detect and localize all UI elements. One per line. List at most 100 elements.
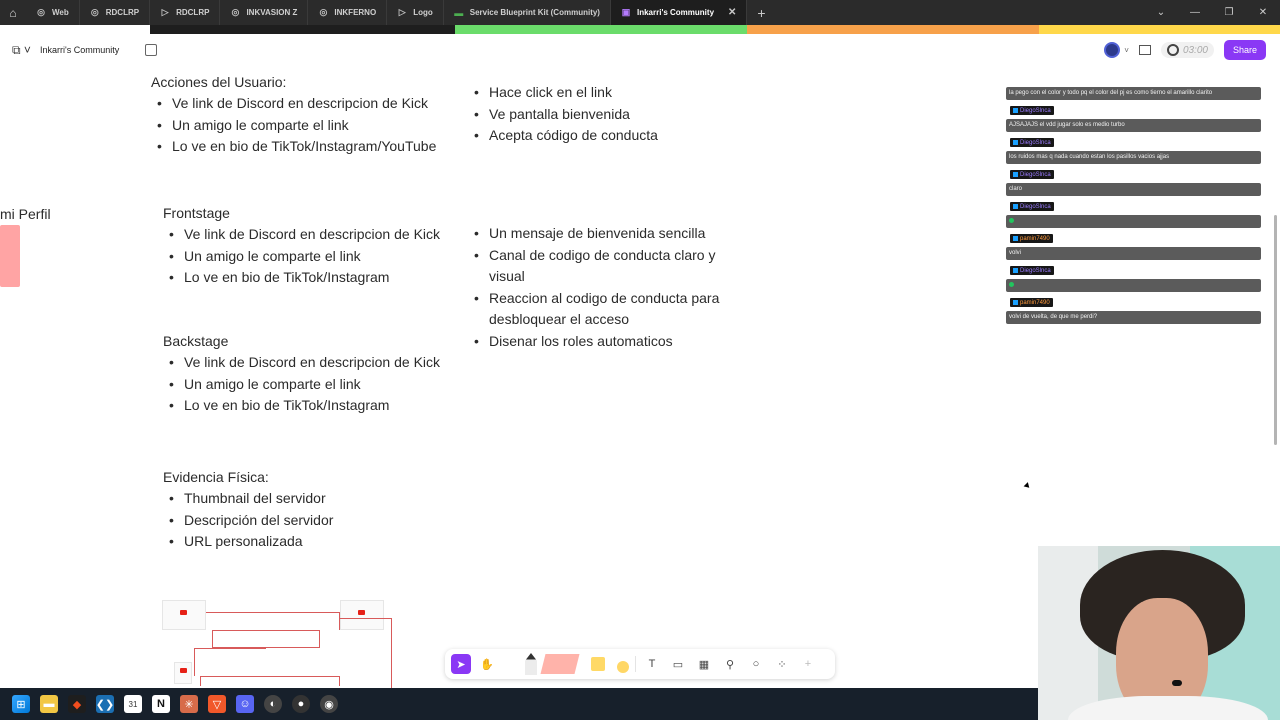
- acciones-heading: Acciones del Usuario:: [151, 74, 287, 90]
- shape-tool-icon[interactable]: [611, 655, 629, 673]
- chat-username: DiegoSlnca: [1010, 266, 1054, 275]
- home-icon[interactable]: ⌂: [0, 0, 26, 25]
- tab-service-blueprint-kit[interactable]: ▬ Service Blueprint Kit (Community): [444, 0, 611, 25]
- table-tool-icon[interactable]: ▦: [694, 654, 714, 674]
- tab-inkferno[interactable]: ◎ INKFERNO: [308, 0, 388, 25]
- figjam-icon: ▬: [454, 7, 464, 18]
- mouse-cursor: [1023, 482, 1032, 490]
- washi-tape-icon[interactable]: [540, 654, 580, 674]
- claude-icon[interactable]: ✳: [180, 695, 198, 713]
- connector-line: [200, 676, 340, 686]
- tab-web[interactable]: ◎ Web: [26, 0, 80, 25]
- chat-username: pamin7490: [1010, 234, 1053, 243]
- timer[interactable]: 03:00: [1160, 42, 1214, 58]
- marker-tool-icon[interactable]: [525, 653, 537, 675]
- tab-inkarris-community[interactable]: ▣ Inkarri's Community ✕: [610, 0, 748, 25]
- pink-sticky-note[interactable]: [0, 225, 20, 287]
- brave-icon[interactable]: ▽: [208, 695, 226, 713]
- chat-message: AJSAJAJS el vdd jugar solo es medio turb…: [1006, 119, 1261, 132]
- list-item: Un amigo le comparte el link: [162, 246, 440, 268]
- minimize-icon[interactable]: —: [1178, 7, 1212, 18]
- badge-icon: [1013, 108, 1018, 113]
- chat-message: volvi: [1006, 247, 1261, 260]
- tab-rdclrp-design[interactable]: ◎ RDCLRP: [80, 0, 151, 25]
- youtube-icon: [180, 668, 187, 673]
- widgets-icon[interactable]: ⁘: [772, 654, 792, 674]
- new-tab-button[interactable]: +: [747, 5, 775, 21]
- list-item: Un amigo le comparte el link: [162, 374, 440, 396]
- tab-rdclrp-prototype[interactable]: ▷ RDCLRP: [150, 0, 221, 25]
- avatar[interactable]: [1104, 42, 1121, 58]
- move-tool-icon[interactable]: ➤: [451, 654, 471, 674]
- stream-chat-overlay: la pego con el color y todo pq el color …: [1006, 86, 1261, 324]
- browser-tab-bar: ⌂ ◎ Web ◎ RDCLRP ▷ RDCLRP ◎ INKVASION Z ◎ INK…: [0, 0, 1280, 25]
- share-button[interactable]: Share: [1223, 40, 1266, 60]
- mini-flow-diagram[interactable]: [160, 600, 400, 688]
- chevron-down-icon[interactable]: ˅: [1124, 46, 1129, 55]
- tab-logo[interactable]: ▷ Logo: [387, 0, 444, 25]
- vscode-icon[interactable]: ❮❯: [96, 695, 114, 713]
- frontstage-heading: Frontstage: [163, 205, 230, 221]
- figjam-file-menu: ⧉ ˅ Inkarri's Community: [12, 38, 158, 62]
- color-strip-yellow: [1039, 25, 1280, 34]
- badge-icon: [1013, 140, 1018, 145]
- figma-app-icon[interactable]: ◆: [68, 695, 86, 713]
- figma-icon: ◎: [37, 7, 45, 17]
- file-explorer-icon[interactable]: ▬: [40, 695, 58, 713]
- list-item: Ve link de Discord en descripcion de Kic…: [162, 224, 440, 246]
- figjam-header-right: ˅ 03:00 Share: [1104, 38, 1266, 62]
- main-menu-icon[interactable]: ⧉ ˅: [12, 43, 34, 58]
- list-item: Ve link de Discord en descripcion de Kic…: [150, 93, 436, 115]
- calendar-icon[interactable]: 31: [124, 695, 142, 713]
- chrome-icon[interactable]: ◉: [320, 695, 338, 713]
- list-item: Disenar los roles automaticos: [467, 331, 757, 353]
- windows-start-icon[interactable]: ⊞: [12, 695, 30, 713]
- figjam-toolbar: ➤ ✋ T ▭ ▦ ⚲ ○ ⁘ +: [445, 649, 835, 679]
- more-tools-icon[interactable]: +: [798, 654, 818, 674]
- notion-icon[interactable]: N: [152, 695, 170, 713]
- discord-icon[interactable]: ☺: [236, 695, 254, 713]
- emote-icon: [1009, 281, 1014, 287]
- list-item: Lo ve en bio de TikTok/Instagram: [162, 267, 440, 289]
- comment-tool-icon[interactable]: ○: [746, 654, 766, 674]
- backstage-list: Ve link de Discord en descripcion de Kic…: [162, 352, 440, 417]
- vertical-scrollbar[interactable]: [1274, 215, 1277, 445]
- close-tab-icon[interactable]: ✕: [728, 7, 736, 18]
- text-tool-icon[interactable]: T: [642, 654, 662, 674]
- tab-inkvasion-z[interactable]: ◎ INKVASION Z: [220, 0, 309, 25]
- connector-line: [206, 612, 340, 630]
- browser-icon[interactable]: ◐: [264, 695, 282, 713]
- list-item: Hace click en el link: [467, 82, 658, 104]
- window-controls: ⌄ — ❐ ✕: [1144, 7, 1280, 18]
- color-strip-black: [150, 25, 455, 34]
- diagram-card[interactable]: [162, 600, 206, 630]
- hand-tool-icon[interactable]: ✋: [477, 654, 497, 674]
- timer-icon: [1166, 44, 1179, 56]
- sticky-note-icon[interactable]: [591, 657, 605, 671]
- file-title[interactable]: Inkarri's Community: [40, 45, 119, 55]
- windows-taskbar: ⊞ ▬ ◆ ❮❯ 31 N ✳ ▽ ☺ ◐ ● ◉: [0, 688, 1038, 720]
- stamp-tool-icon[interactable]: ⚲: [720, 654, 740, 674]
- list-item: Reaccion al codigo de conducta para desb…: [467, 288, 757, 331]
- offcanvas-text: mi Perfil: [0, 206, 51, 222]
- chat-username: DiegoSlnca: [1010, 170, 1054, 179]
- chat-message: la pego con el color y todo pq el color …: [1006, 87, 1261, 100]
- close-window-icon[interactable]: ✕: [1246, 7, 1280, 18]
- list-item: Lo ve en bio de TikTok/Instagram/YouTube: [150, 136, 436, 158]
- connector-line: [212, 630, 320, 648]
- list-item: URL personalizada: [162, 531, 333, 553]
- restore-icon[interactable]: ❐: [1212, 7, 1246, 18]
- section-tool-icon[interactable]: ▭: [668, 654, 688, 674]
- diagram-card[interactable]: [174, 662, 192, 684]
- acciones-right-list: Hace click en el link Ve pantalla bienve…: [467, 82, 658, 147]
- play-icon: ▷: [398, 7, 406, 17]
- pages-icon[interactable]: [145, 44, 158, 56]
- play-icon: ▷: [161, 7, 169, 17]
- frontstage-right-list: Un mensaje de bienvenida sencilla Canal …: [467, 223, 757, 352]
- layout-icon[interactable]: [1138, 45, 1151, 55]
- chat-message: claro: [1006, 183, 1261, 196]
- figma-icon: ◎: [90, 7, 99, 17]
- chevron-down-icon[interactable]: ⌄: [1144, 7, 1178, 18]
- figma-icon: ◎: [231, 7, 240, 17]
- obs-icon[interactable]: ●: [292, 695, 310, 713]
